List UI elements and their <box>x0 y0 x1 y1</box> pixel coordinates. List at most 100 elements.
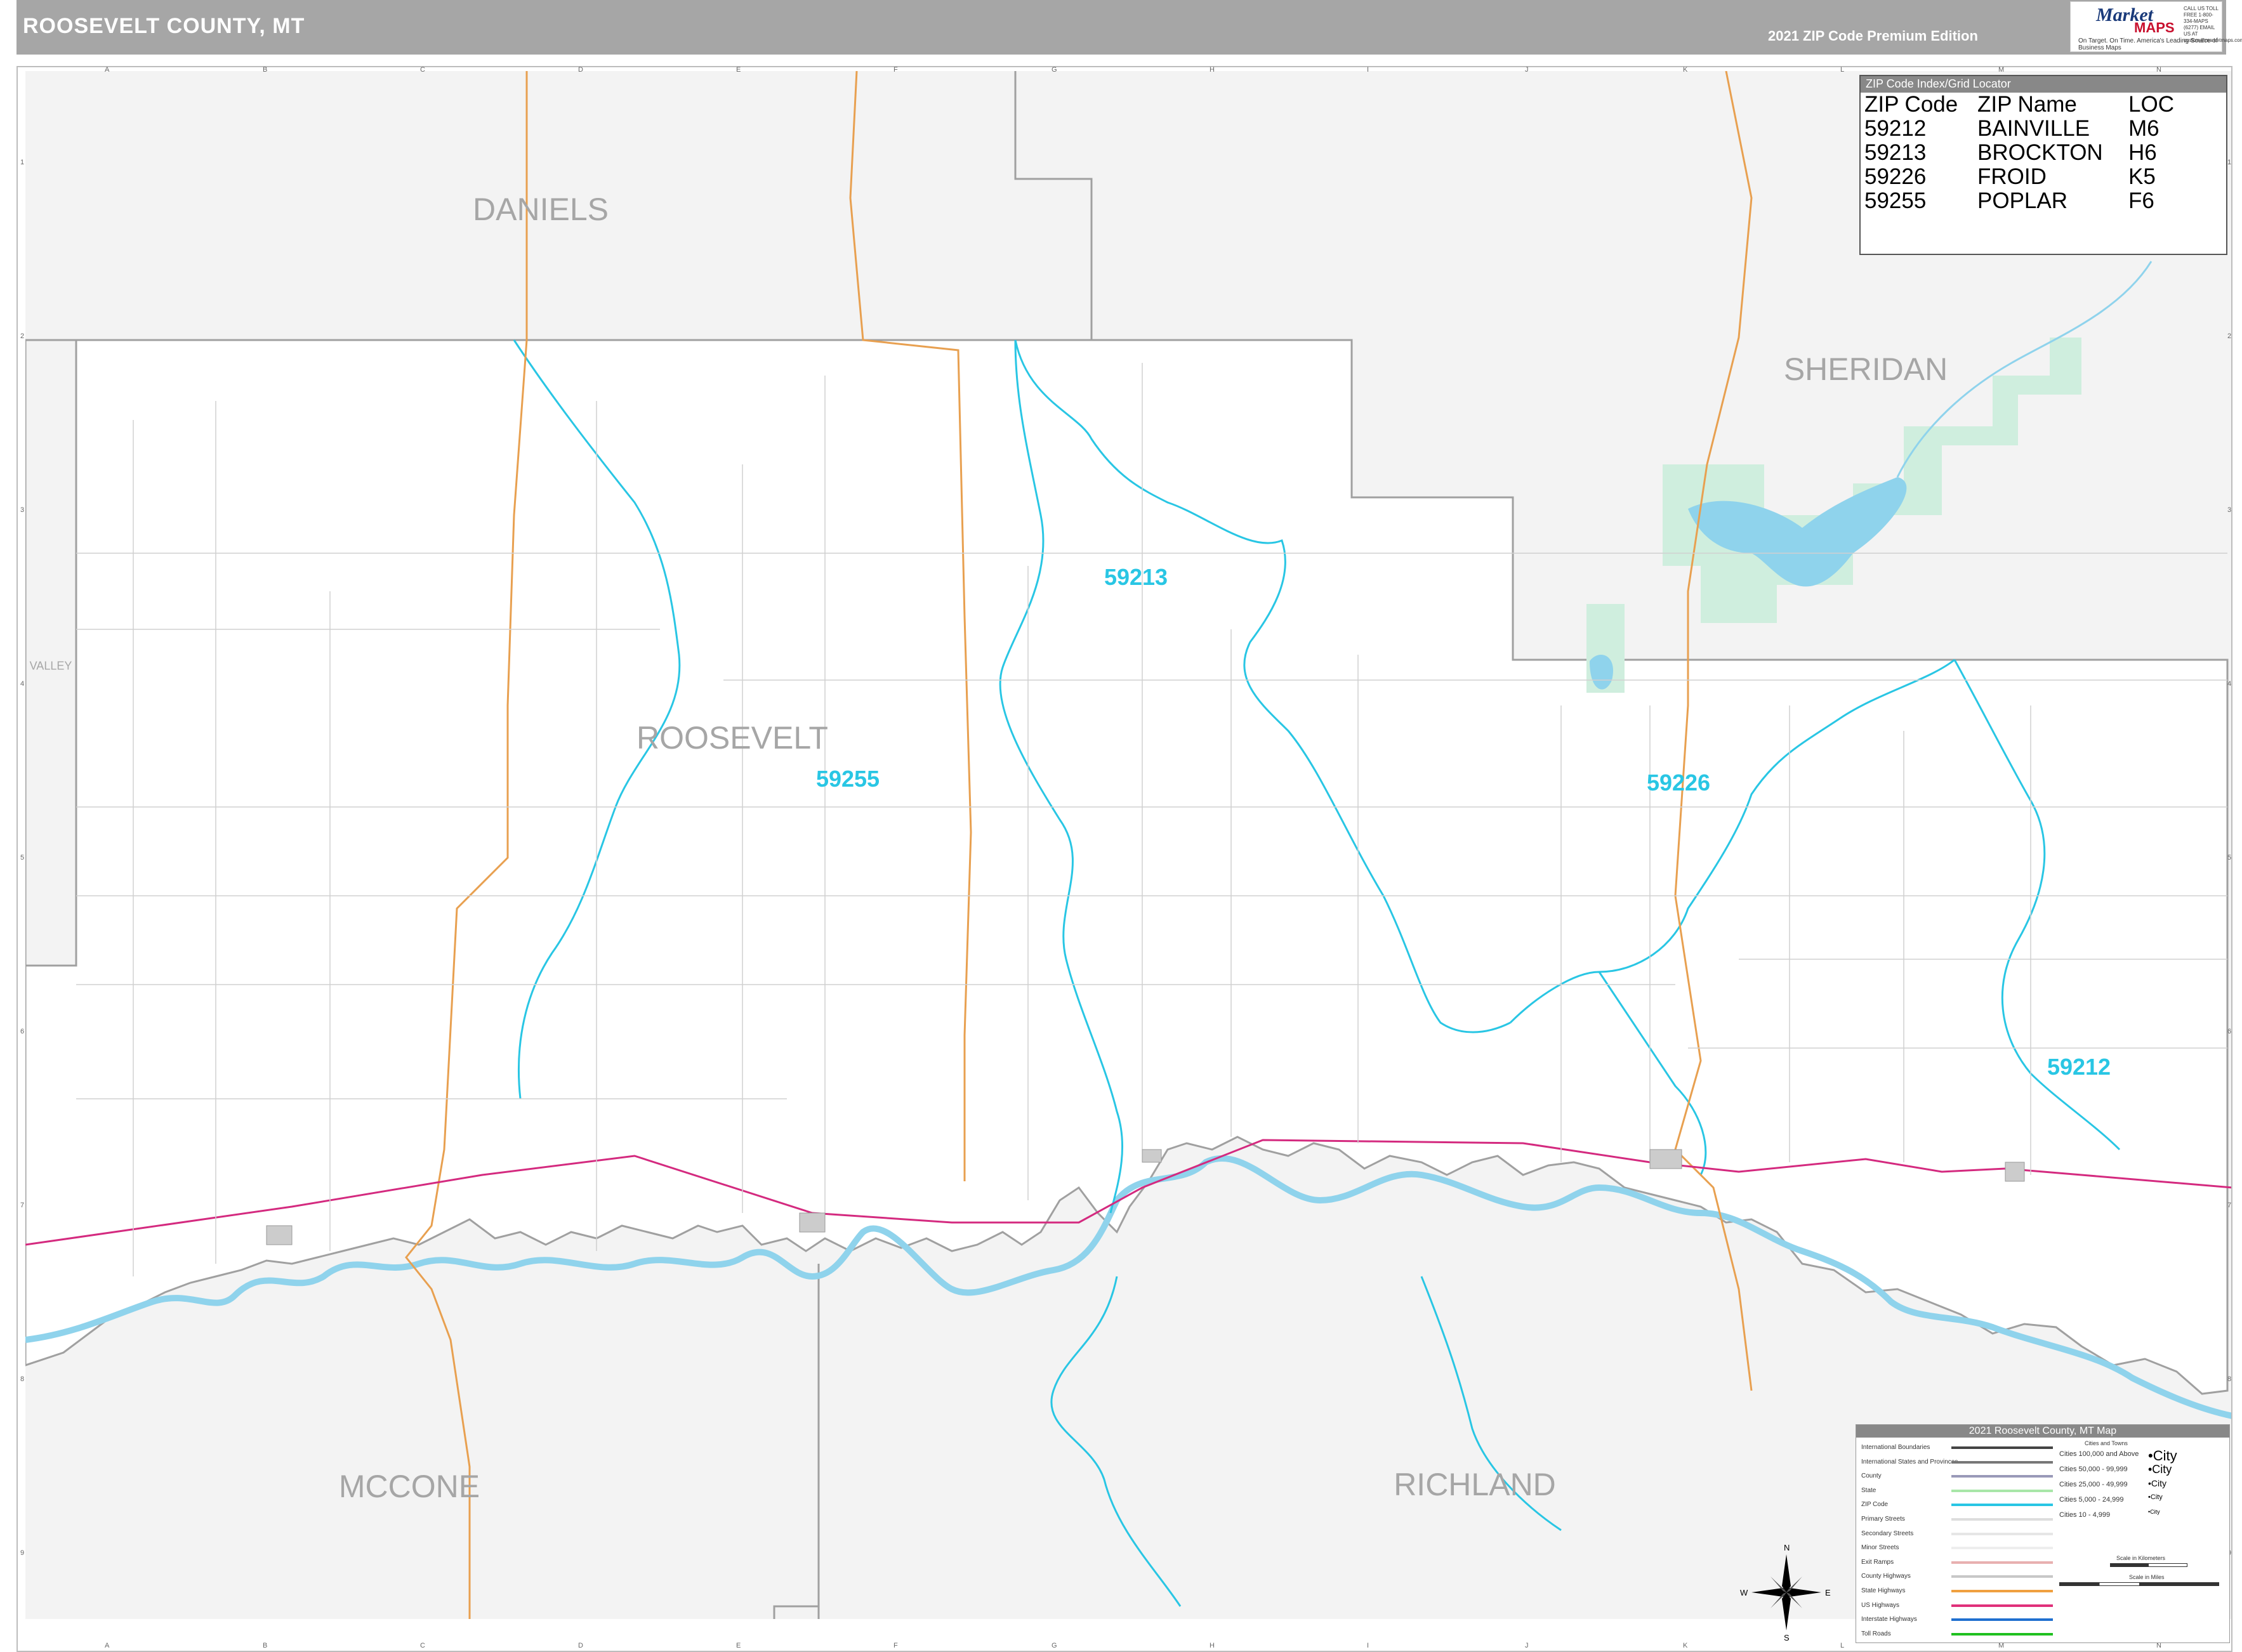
legend-swatch <box>1951 1460 2053 1464</box>
legend-city-class: Cities 25,000 - 49,999 <box>2059 1481 2128 1488</box>
zip-index-col: ZIP Code <box>1864 92 1958 117</box>
grid-col-f: F <box>894 66 898 74</box>
zip-code-cell: 59255 <box>1864 188 1927 213</box>
legend-item: International States and Provinces <box>1861 1458 1958 1465</box>
legend-swatch <box>1951 1632 2053 1636</box>
legend-swatch <box>1951 1489 2053 1492</box>
legend-scale-km-bar <box>2110 1563 2187 1567</box>
legend-swatch <box>1951 1532 2053 1535</box>
grid-col-b: B <box>263 66 268 74</box>
grid-col-e: E <box>736 66 741 74</box>
zip-index-col: LOC <box>2128 92 2174 117</box>
zip-name-cell: BAINVILLE <box>1977 116 2090 141</box>
legend-item: International Boundaries <box>1861 1444 1930 1451</box>
grid-col-e-bottom: E <box>736 1642 741 1649</box>
logo-contact: CALL US TOLL FREE 1-800-334-MAPS (6277) … <box>2184 6 2242 43</box>
legend-scale-mi-bar <box>2059 1582 2219 1586</box>
legend-item: Interstate Highways <box>1861 1616 1917 1623</box>
grid-col-k-bottom: K <box>1683 1642 1688 1649</box>
edition-label: 2021 ZIP Code Premium Edition <box>1768 28 1978 44</box>
grid-col-m: M <box>1998 66 2005 74</box>
legend-cities-header: Cities and Towns <box>2085 1440 2128 1446</box>
zip-loc-cell: M6 <box>2128 116 2160 141</box>
legend-swatch <box>1951 1618 2053 1622</box>
zip-code-cell: 59213 <box>1864 140 1927 165</box>
grid-row-7-right: 7 <box>2227 1202 2232 1209</box>
zip-index-header-row: ZIP Code ZIP Name LOC <box>1862 93 2177 117</box>
zip-name-cell: BROCKTON <box>1977 140 2103 165</box>
county-label-mccone: MCCONE <box>338 1469 480 1504</box>
grid-row-3-right: 3 <box>2227 506 2232 514</box>
legend-city-sample: •City <box>2148 1509 2160 1515</box>
legend-city-sample: •City <box>2148 1478 2167 1488</box>
legend-swatch <box>1951 1475 2053 1478</box>
zip-index-heading: ZIP Code Index/Grid Locator <box>1861 76 2226 93</box>
county-label-richland: RICHLAND <box>1394 1467 1556 1502</box>
legend-item: County Highways <box>1861 1573 1911 1580</box>
zip-label-59226: 59226 <box>1646 770 1711 796</box>
county-label-valley: VALLEY <box>29 659 72 672</box>
legend-city-sample: •City <box>2148 1463 2172 1476</box>
grid-row-1: 1 <box>20 159 25 166</box>
legend-scale-km: Scale in Kilometers <box>2116 1555 2166 1561</box>
legend-swatch <box>1951 1575 2053 1578</box>
town-culbertson <box>1649 1149 1682 1169</box>
grid-row-8: 8 <box>20 1375 25 1383</box>
zip-loc-cell: K5 <box>2128 164 2156 189</box>
legend-swatch <box>1951 1446 2053 1449</box>
legend-city-sample: •City <box>2148 1448 2177 1464</box>
grid-row-5: 5 <box>20 854 25 862</box>
zip-code-cell: 59226 <box>1864 164 1927 189</box>
grid-row-5-right: 5 <box>2227 854 2232 862</box>
grid-row-6-right: 6 <box>2227 1028 2232 1035</box>
grid-col-d-bottom: D <box>578 1642 583 1649</box>
market-maps-logo[interactable]: Market MAPS On Target. On Time. America'… <box>2070 1 2242 52</box>
grid-row-2: 2 <box>20 332 25 340</box>
legend-city-sample: •City <box>2148 1493 2163 1501</box>
legend-item: Toll Roads <box>1861 1630 1891 1637</box>
grid-col-g: G <box>1052 66 1057 74</box>
map-canvas[interactable] <box>25 71 2232 1619</box>
legend-swatch <box>1951 1547 2053 1550</box>
grid-col-j-bottom: J <box>1525 1642 1529 1649</box>
grid-col-i-bottom: I <box>1367 1642 1369 1649</box>
grid-row-6: 6 <box>20 1028 25 1035</box>
grid-row-2-right: 2 <box>2227 332 2232 340</box>
grid-col-c-bottom: C <box>420 1642 425 1649</box>
legend-swatch <box>1951 1604 2053 1607</box>
grid-col-a-bottom: A <box>105 1642 110 1649</box>
grid-row-8-right: 8 <box>2227 1375 2232 1383</box>
grid-row-4: 4 <box>20 680 25 688</box>
legend-city-class: Cities 50,000 - 99,999 <box>2059 1465 2128 1473</box>
map-legend: 2021 Roosevelt County, MT Map Internatio… <box>1856 1424 2230 1643</box>
compass-e: E <box>1825 1588 1831 1597</box>
zip-index-row: 59212 BAINVILLE M6 <box>1862 117 2177 141</box>
legend-city-class: Cities 10 - 4,999 <box>2059 1511 2111 1519</box>
legend-item: ZIP Code <box>1861 1501 1889 1509</box>
grid-col-h-bottom: H <box>1210 1642 1215 1649</box>
town-bainville <box>2005 1162 2025 1182</box>
zip-index-row: 59226 FROID K5 <box>1862 165 2177 189</box>
grid-col-l: L <box>1840 66 1845 74</box>
grid-col-l-bottom: L <box>1840 1642 1845 1649</box>
valley-county-area <box>25 339 77 967</box>
grid-row-9: 9 <box>20 1549 25 1557</box>
legend-swatch <box>1951 1504 2053 1507</box>
zip-label-59212: 59212 <box>2047 1054 2111 1080</box>
legend-swatch <box>1951 1518 2053 1521</box>
zip-loc-cell: H6 <box>2128 140 2157 165</box>
town-brockton <box>1142 1149 1162 1163</box>
legend-item: State Highways <box>1861 1587 1906 1594</box>
grid-col-a: A <box>105 66 110 74</box>
legend-title: 2021 Roosevelt County, MT Map <box>1856 1425 2229 1438</box>
town-poplar <box>799 1212 826 1233</box>
legend-item: Minor Streets <box>1861 1544 1899 1552</box>
grid-col-j: J <box>1525 66 1529 74</box>
grid-col-c: C <box>420 66 425 74</box>
legend-item: State <box>1861 1486 1876 1494</box>
compass-n: N <box>1784 1543 1790 1552</box>
zip-code-cell: 59212 <box>1864 116 1927 141</box>
zip-index-table: ZIP Code ZIP Name LOC 59212 BAINVILLE M6… <box>1862 93 2177 213</box>
legend-scale-mi: Scale in Miles <box>2129 1574 2165 1580</box>
zip-index-panel: ZIP Code Index/Grid Locator ZIP Code ZIP… <box>1859 75 2227 255</box>
